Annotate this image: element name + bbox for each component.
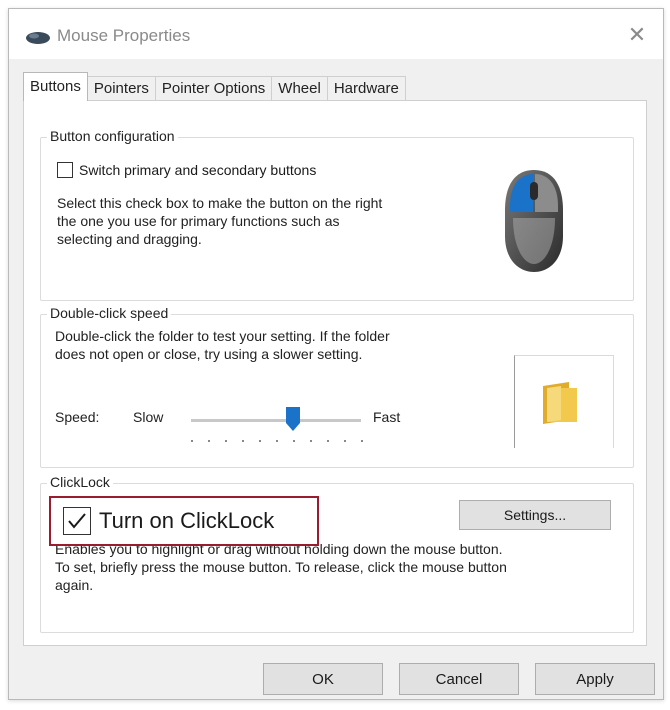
group-title: Double-click speed <box>47 305 172 321</box>
tab-buttons[interactable]: Buttons <box>23 72 88 101</box>
description-line: again. <box>55 577 94 593</box>
speed-slider-thumb[interactable] <box>286 407 300 431</box>
checkmark-icon <box>68 513 86 529</box>
clicklock-label: Turn on ClickLock <box>99 508 275 533</box>
fast-label: Fast <box>373 409 401 425</box>
mouse-illustration-icon <box>505 170 563 272</box>
description-line: Double-click the folder to test your set… <box>55 328 390 344</box>
clicklock-highlight[interactable]: Turn on ClickLock <box>49 496 319 546</box>
speed-slider-ticks <box>191 440 363 443</box>
tab-strip: Buttons Pointers Pointer Options Wheel H… <box>23 72 406 101</box>
folder-icon <box>543 382 577 424</box>
mouse-icon <box>26 32 50 44</box>
switch-buttons-checkbox[interactable] <box>57 162 73 178</box>
speed-slider-track[interactable] <box>191 419 361 422</box>
window-title: Mouse Properties <box>57 26 191 45</box>
description-line: Select this check box to make the button… <box>57 195 383 211</box>
slider-tick <box>276 440 278 442</box>
group-title: Button configuration <box>47 128 178 144</box>
speed-label: Speed: <box>55 409 100 425</box>
button-configuration-group: Button configuration Switch primary and … <box>40 128 634 301</box>
apply-button[interactable]: Apply <box>535 663 655 695</box>
slider-tick <box>259 440 261 442</box>
cancel-button[interactable]: Cancel <box>399 663 519 695</box>
buttons-tab-panel: Button configuration Switch primary and … <box>23 100 647 646</box>
close-button[interactable]: ✕ <box>619 19 655 51</box>
mouse-properties-dialog: Mouse Properties ✕ Buttons Pointers Poin… <box>8 8 664 700</box>
double-click-description: Double-click the folder to test your set… <box>55 327 390 363</box>
tab-wheel[interactable]: Wheel <box>271 76 328 101</box>
clicklock-settings-button[interactable]: Settings... <box>459 500 611 530</box>
tab-pointer-options[interactable]: Pointer Options <box>154 76 273 101</box>
tab-pointers[interactable]: Pointers <box>86 76 156 101</box>
slow-label: Slow <box>133 409 164 425</box>
test-folder-area[interactable] <box>514 355 614 448</box>
clicklock-description: Enables you to highlight or drag without… <box>55 540 507 594</box>
clicklock-checkbox[interactable] <box>63 507 91 535</box>
slider-tick <box>327 440 329 442</box>
title-bar: Mouse Properties ✕ <box>9 9 663 59</box>
button-config-description: Select this check box to make the button… <box>57 194 382 248</box>
slider-tick <box>361 440 363 442</box>
slider-tick <box>208 440 210 442</box>
group-title: ClickLock <box>47 474 113 490</box>
description-line: the one you use for primary functions su… <box>57 213 340 229</box>
slider-tick <box>225 440 227 442</box>
slider-tick <box>191 440 193 442</box>
description-line: does not open or close, try using a slow… <box>55 346 363 362</box>
slider-tick <box>242 440 244 442</box>
close-icon: ✕ <box>627 22 647 47</box>
ok-button[interactable]: OK <box>263 663 383 695</box>
description-line: To set, briefly press the mouse button. … <box>55 559 507 575</box>
double-click-speed-group: Double-click speed Double-click the fold… <box>40 305 634 468</box>
switch-buttons-row[interactable]: Switch primary and secondary buttons <box>57 162 316 178</box>
slider-tick <box>344 440 346 442</box>
tab-hardware[interactable]: Hardware <box>326 76 406 101</box>
slider-tick <box>293 440 295 442</box>
switch-buttons-label: Switch primary and secondary buttons <box>79 162 317 178</box>
description-line: selecting and dragging. <box>57 231 202 247</box>
clicklock-group: ClickLock Enables you to highlight or dr… <box>40 474 634 633</box>
slider-tick <box>310 440 312 442</box>
